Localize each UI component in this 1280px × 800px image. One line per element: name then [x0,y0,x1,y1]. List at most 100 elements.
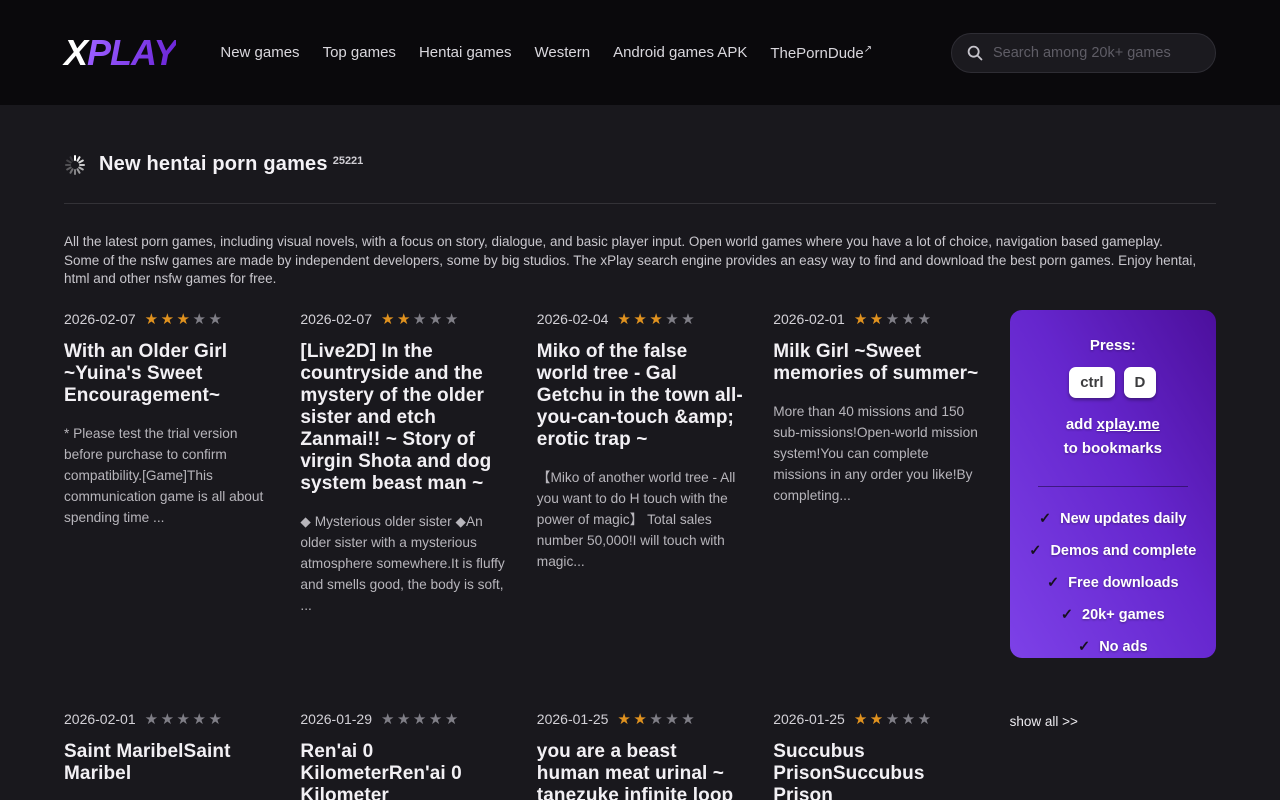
search-box[interactable] [951,33,1216,73]
star-icon: ★ [617,711,633,728]
star-icon: ★ [413,311,429,328]
star-rating: ★★★★★ [381,310,461,328]
star-rating: ★★★★★ [617,710,697,728]
star-icon: ★ [397,311,413,328]
nav-hentai-games[interactable]: Hentai games [419,44,512,62]
divider [64,203,1216,204]
game-title[interactable]: you are a beast human meat urinal ~ tane… [537,741,743,800]
key-combo: ctrl D [1026,367,1200,398]
intro-line-2: Some of the nsfw games are made by indep… [64,253,1196,287]
game-description: * Please test the trial version before p… [64,423,270,528]
star-icon: ★ [177,311,193,328]
star-icon: ★ [413,711,429,728]
star-icon: ★ [649,311,665,328]
star-icon: ★ [617,311,633,328]
star-icon: ★ [445,311,461,328]
game-card[interactable]: 2026-01-29 ★★★★★ Ren'ai 0 KilometerRen'a… [300,710,506,800]
header: XPLAY New games Top games Hentai games W… [0,0,1280,105]
search-icon [966,44,984,62]
nav-new-games[interactable]: New games [220,44,299,62]
check-icon: ✓ [1061,607,1073,623]
game-card[interactable]: 2026-02-07 ★★★★★ [Live2D] In the country… [300,310,506,616]
feature-list: ✓New updates daily ✓Demos and complete ✓… [1026,511,1200,655]
game-card[interactable]: 2026-02-01 ★★★★★ Saint MaribelSaint Mari… [64,710,270,800]
star-icon: ★ [681,711,697,728]
game-description: 【Miko of another world tree - All you wa… [537,467,743,572]
ctrl-key[interactable]: ctrl [1069,367,1114,398]
intro-line-1: All the latest porn games, including vis… [64,234,1163,249]
star-icon: ★ [445,711,461,728]
nav-android-games-apk[interactable]: Android games APK [613,44,747,62]
game-card[interactable]: 2026-02-01 ★★★★★ Milk Girl ~Sweet memori… [773,310,979,506]
search-input[interactable] [993,45,1201,61]
game-title[interactable]: With an Older Girl ~Yuina's Sweet Encour… [64,341,270,407]
xplay-me-link[interactable]: xplay.me [1097,416,1160,433]
loading-spinner-icon [64,154,86,176]
star-icon: ★ [918,311,934,328]
star-icon: ★ [381,311,397,328]
game-card[interactable]: 2026-02-04 ★★★★★ Miko of the false world… [537,310,743,572]
bookmark-prefix: add [1066,416,1093,433]
game-meta: 2026-02-01 ★★★★★ [64,710,270,728]
game-meta: 2026-02-07 ★★★★★ [64,310,270,328]
star-icon: ★ [381,711,397,728]
star-icon: ★ [633,711,649,728]
game-date: 2026-01-25 [537,711,609,727]
game-title[interactable]: [Live2D] In the countryside and the myst… [300,341,506,495]
games-grid: 2026-02-07 ★★★★★ With an Older Girl ~Yui… [64,310,1216,800]
star-icon: ★ [208,311,224,328]
nav-top-games[interactable]: Top games [323,44,396,62]
game-date: 2026-02-04 [537,311,609,327]
game-title[interactable]: Ren'ai 0 KilometerRen'ai 0 Kilometer [300,741,506,800]
star-icon: ★ [681,311,697,328]
star-rating: ★★★★★ [381,710,461,728]
star-icon: ★ [161,711,177,728]
star-icon: ★ [429,711,445,728]
logo-play: PLAY [87,32,176,73]
star-icon: ★ [145,711,161,728]
game-meta: 2026-01-29 ★★★★★ [300,710,506,728]
main-nav: New games Top games Hentai games Western… [220,44,872,62]
game-meta: 2026-01-25 ★★★★★ [773,710,979,728]
star-icon: ★ [918,711,934,728]
star-icon: ★ [870,711,886,728]
star-icon: ★ [177,711,193,728]
main-content: New hentai porn games 25221 All the late… [0,153,1280,800]
star-icon: ★ [649,711,665,728]
nav-western[interactable]: Western [535,44,591,62]
logo[interactable]: XPLAY [64,32,176,74]
star-icon: ★ [208,711,224,728]
star-icon: ★ [665,711,681,728]
show-all-link[interactable]: show all >> [1010,714,1216,729]
star-icon: ★ [161,311,177,328]
d-key[interactable]: D [1124,367,1157,398]
feature-item: ✓20k+ games [1026,607,1200,623]
game-title[interactable]: Succubus PrisonSuccubus Prison [773,741,979,800]
feature-item: ✓New updates daily [1026,511,1200,527]
feature-item: ✓No ads [1026,639,1200,655]
logo-x: X [64,32,87,73]
game-card[interactable]: 2026-01-25 ★★★★★ Succubus PrisonSuccubus… [773,710,979,800]
game-title[interactable]: Milk Girl ~Sweet memories of summer~ [773,341,979,385]
nav-theporndude[interactable]: ThePornDude↗ [770,44,872,62]
check-icon: ✓ [1078,639,1090,655]
star-icon: ★ [854,311,870,328]
star-icon: ★ [145,311,161,328]
star-rating: ★★★★★ [145,310,225,328]
feature-item: ✓Demos and complete [1026,543,1200,559]
game-date: 2026-02-01 [773,311,845,327]
star-rating: ★★★★★ [145,710,225,728]
bookmark-instruction: add xplay.me to bookmarks [1026,413,1200,461]
game-title[interactable]: Miko of the false world tree - Gal Getch… [537,341,743,451]
star-icon: ★ [665,311,681,328]
intro-text: All the latest porn games, including vis… [64,233,1216,289]
game-date: 2026-02-01 [64,711,136,727]
game-card[interactable]: 2026-01-25 ★★★★★ you are a beast human m… [537,710,743,800]
games-count-badge: 25221 [333,155,364,167]
feature-item: ✓Free downloads [1026,575,1200,591]
external-link-icon: ↗ [864,44,872,55]
game-card[interactable]: 2026-02-07 ★★★★★ With an Older Girl ~Yui… [64,310,270,528]
game-meta: 2026-02-07 ★★★★★ [300,310,506,328]
game-title[interactable]: Saint MaribelSaint Maribel [64,741,270,785]
game-date: 2026-01-25 [773,711,845,727]
